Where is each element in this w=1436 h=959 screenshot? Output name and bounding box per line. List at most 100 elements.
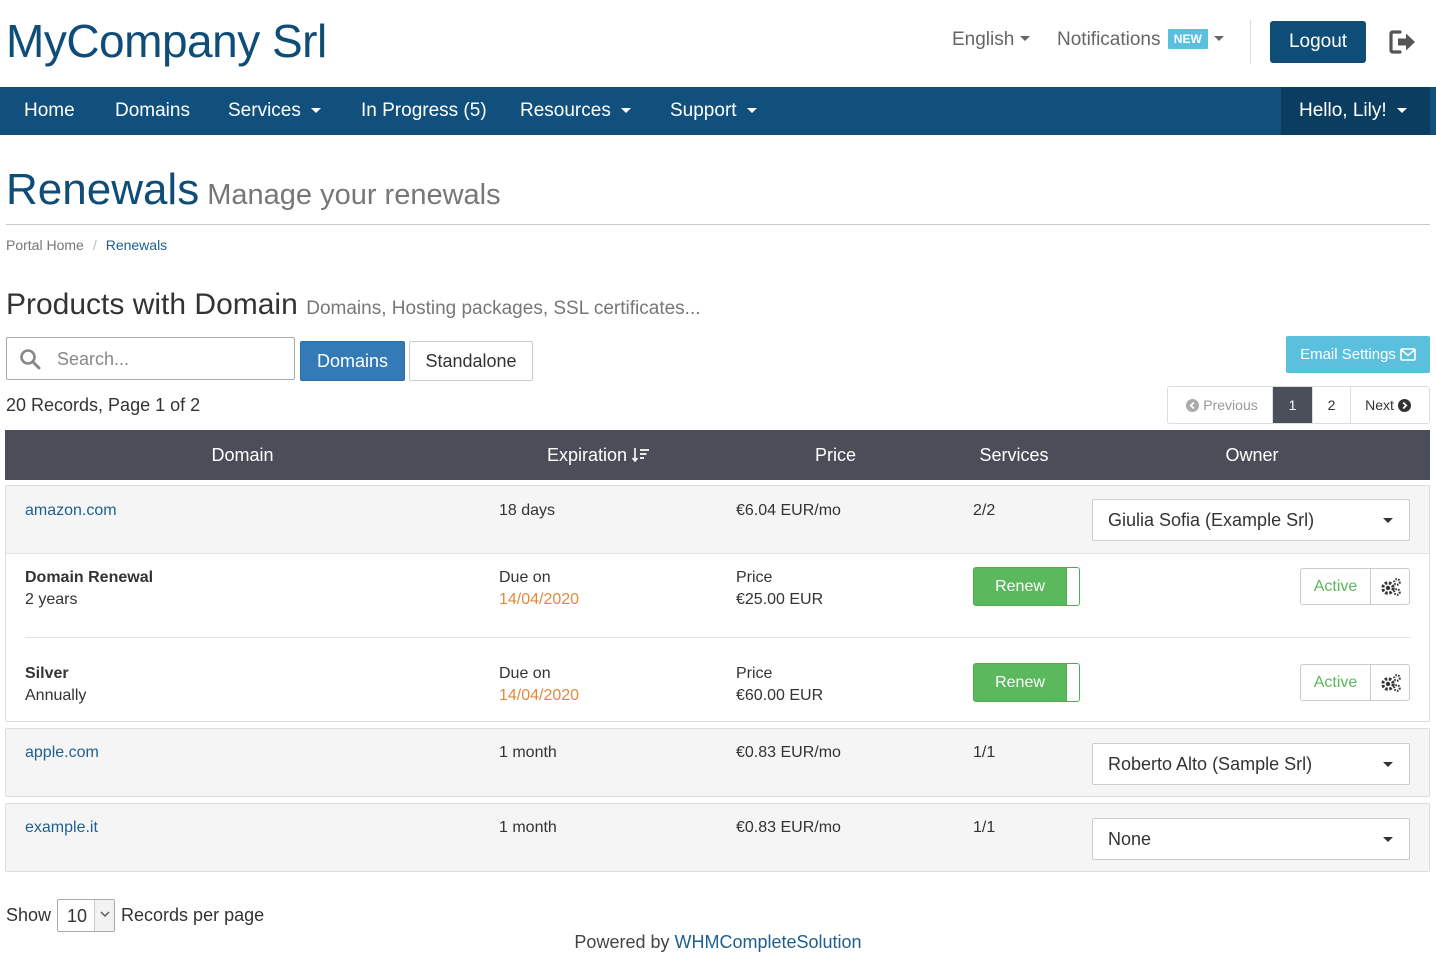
breadcrumb-separator: / [92,237,97,253]
domain-row-group: amazon.com 18 days €6.04 EUR/mo 2/2 Giul… [5,485,1430,722]
pagination: Previous 1 2 Next [1167,386,1430,424]
user-menu[interactable]: Hello, Lily! [1281,87,1430,135]
table-header: Domain Expiration Price Services Owner [5,430,1430,480]
chevron-down-icon [310,108,321,113]
domain-link[interactable]: apple.com [25,744,99,762]
company-logo[interactable]: MyCompany Srl [6,14,327,68]
due-label: Due on [499,569,551,586]
top-header: MyCompany Srl English Notifications NEW … [0,0,1436,87]
powered-by-link[interactable]: WHMCompleteSolution [675,932,862,952]
chevron-down-icon [1383,762,1393,767]
pagination-next[interactable]: Next [1351,387,1429,423]
search-icon [20,349,41,370]
owner-select[interactable]: None [1092,818,1410,860]
search-box [6,337,295,380]
notifications-menu[interactable]: Notifications NEW [1057,29,1224,51]
service-settings-button[interactable] [1370,568,1410,605]
domain-link[interactable]: amazon.com [25,502,117,520]
service-settings-button[interactable] [1370,664,1410,701]
toggle-knob [1066,568,1079,605]
chevron-down-icon [746,108,757,113]
due-label: Due on [499,665,551,682]
logout-button[interactable]: Logout [1270,21,1366,63]
nav-services[interactable]: Services [228,87,321,135]
owner-select-value: Roberto Alto (Sample Srl) [1108,754,1313,774]
pagination-previous-label: Previous [1203,397,1258,413]
header-divider [1250,20,1251,64]
table-row: amazon.com 18 days €6.04 EUR/mo 2/2 Giul… [6,486,1429,554]
nav-in-progress[interactable]: In Progress (5) [361,87,487,135]
expiration-cell: 1 month [499,819,557,836]
service-price: €25.00 EUR [736,591,824,608]
per-page-select[interactable]: 10 [57,898,116,932]
nav-services-label: Services [228,100,301,121]
nav-support-label: Support [670,100,737,121]
chevron-down-icon [1213,36,1224,41]
price-label: Price [736,665,773,682]
notifications-label: Notifications [1057,29,1161,50]
column-price[interactable]: Price [717,430,954,480]
status-button[interactable]: Active [1300,568,1371,605]
price-cell: €0.83 EUR/mo [736,744,841,761]
breadcrumb-current[interactable]: Renewals [106,237,167,253]
service-item: Domain Renewal 2 years Due on 14/04/2020… [6,555,1429,637]
page-header: Renewals Manage your renewals [6,165,501,215]
expiration-cell: 18 days [499,502,556,519]
page-subtitle: Manage your renewals [207,179,501,211]
service-name: Silver [25,665,69,682]
cogs-icon [1381,578,1401,596]
due-date: 14/04/2020 [499,687,580,704]
pagination-previous[interactable]: Previous [1168,387,1273,423]
chevron-down-icon [1396,108,1407,113]
price-cell: €0.83 EUR/mo [736,819,841,836]
renew-toggle[interactable]: Renew [973,663,1080,702]
sign-out-icon[interactable] [1388,28,1418,56]
services-cell: 2/2 [973,502,996,519]
owner-select[interactable]: Roberto Alto (Sample Srl) [1092,743,1410,785]
cogs-icon [1381,674,1401,692]
column-services[interactable]: Services [954,430,1074,480]
table-row: apple.com 1 month €0.83 EUR/mo 1/1 Rober… [6,729,1429,796]
nav-resources-label: Resources [520,100,611,121]
renew-label: Renew [995,578,1045,595]
language-label: English [952,29,1015,50]
per-page-suffix: Records per page [121,904,265,925]
section-subtitle: Domains, Hosting packages, SSL certifica… [306,298,701,319]
services-cell: 1/1 [973,819,996,836]
chevron-down-icon [1020,36,1031,41]
column-domain[interactable]: Domain [5,430,480,480]
status-button[interactable]: Active [1300,664,1371,701]
owner-select[interactable]: Giulia Sofia (Example Srl) [1092,499,1410,541]
records-summary: 20 Records, Page 1 of 2 [6,395,201,415]
table-row: example.it 1 month €0.83 EUR/mo 1/1 None [6,804,1429,871]
email-settings-button[interactable]: Email Settings [1286,336,1430,373]
domains-filter-button[interactable]: Domains [300,341,405,381]
pagination-next-label: Next [1365,397,1394,413]
column-expiration-label: Expiration [546,445,628,465]
service-item: Silver Annually Due on 14/04/2020 Price … [6,638,1429,722]
new-badge: NEW [1167,29,1208,49]
pagination-page-2[interactable]: 2 [1313,387,1351,423]
section-header: Products with Domain Domains, Hosting pa… [6,288,701,322]
standalone-filter-button[interactable]: Standalone [409,341,533,381]
domain-link[interactable]: example.it [25,819,98,837]
domain-row-group: example.it 1 month €0.83 EUR/mo 1/1 None [5,803,1430,872]
renew-label: Renew [995,674,1045,691]
column-owner[interactable]: Owner [1074,430,1430,480]
pagination-page-1[interactable]: 1 [1273,387,1313,423]
chevron-down-icon [100,911,110,917]
breadcrumb-home[interactable]: Portal Home [6,237,84,253]
column-expiration[interactable]: Expiration [480,430,717,480]
language-selector[interactable]: English [952,29,1031,51]
search-input[interactable] [55,344,285,374]
nav-home[interactable]: Home [24,87,75,135]
show-label: Show [6,904,52,925]
nav-resources[interactable]: Resources [520,87,631,135]
renew-toggle[interactable]: Renew [973,567,1080,606]
email-settings-label: Email Settings [1300,346,1396,363]
services-cell: 1/1 [973,744,996,761]
user-greeting: Hello, Lily! [1299,100,1387,121]
nav-support[interactable]: Support [670,87,757,135]
nav-domains[interactable]: Domains [115,87,190,135]
due-date: 14/04/2020 [499,591,580,608]
